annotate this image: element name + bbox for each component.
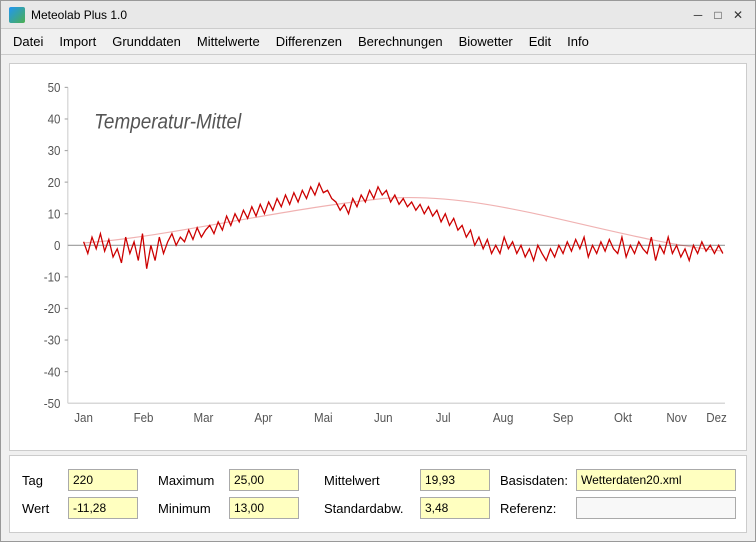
title-bar: Meteolab Plus 1.0 ─ □ ✕ (1, 1, 755, 29)
wert-label: Wert (22, 501, 62, 516)
maximum-row: Maximum (158, 469, 308, 491)
svg-text:Aug: Aug (493, 410, 514, 425)
svg-text:Okt: Okt (614, 410, 633, 425)
svg-text:Jan: Jan (74, 410, 93, 425)
svg-text:-10: -10 (44, 270, 61, 285)
bottom-panel: Tag Wert Maximum Minimum Mittelw (9, 455, 747, 533)
menu-edit[interactable]: Edit (521, 32, 559, 51)
svg-text:-20: -20 (44, 302, 61, 317)
close-button[interactable]: ✕ (729, 6, 747, 24)
tag-input[interactable] (68, 469, 138, 491)
svg-text:20: 20 (48, 175, 61, 190)
menu-berechnungen[interactable]: Berechnungen (350, 32, 451, 51)
menu-grunddaten[interactable]: Grunddaten (104, 32, 189, 51)
svg-text:Sep: Sep (553, 410, 574, 425)
svg-text:40: 40 (48, 112, 61, 127)
basisdaten-label: Basisdaten: (500, 473, 570, 488)
minimum-row: Minimum (158, 497, 308, 519)
menu-biowetter[interactable]: Biowetter (451, 32, 521, 51)
maximize-button[interactable]: □ (709, 6, 727, 24)
svg-text:0: 0 (54, 238, 61, 253)
svg-text:Apr: Apr (254, 410, 272, 425)
maximum-label: Maximum (158, 473, 223, 488)
menu-mittelwerte[interactable]: Mittelwerte (189, 32, 268, 51)
svg-text:Mar: Mar (194, 410, 214, 425)
tag-label: Tag (22, 473, 62, 488)
temperature-chart: 50 40 30 20 10 0 -10 -20 -30 (10, 64, 746, 450)
svg-text:-30: -30 (44, 333, 61, 348)
svg-text:-40: -40 (44, 365, 61, 380)
svg-text:Feb: Feb (134, 410, 154, 425)
referenz-row: Referenz: (500, 497, 736, 519)
minimize-button[interactable]: ─ (689, 6, 707, 24)
menu-differenzen[interactable]: Differenzen (268, 32, 350, 51)
mittelwert-label: Mittelwert (324, 473, 414, 488)
main-window: Meteolab Plus 1.0 ─ □ ✕ Datei Import Gru… (0, 0, 756, 542)
mittelwert-input[interactable] (420, 469, 490, 491)
maximum-input[interactable] (229, 469, 299, 491)
chart-area: 50 40 30 20 10 0 -10 -20 -30 (9, 63, 747, 451)
svg-text:Temperatur-Mittel: Temperatur-Mittel (94, 110, 242, 133)
minimum-label: Minimum (158, 501, 223, 516)
basisdaten-row: Basisdaten: (500, 469, 736, 491)
referenz-label: Referenz: (500, 501, 570, 516)
mittelwert-row: Mittelwert (324, 469, 484, 491)
basisdaten-group: Basisdaten: Referenz: (500, 469, 736, 519)
wert-row: Wert (22, 497, 142, 519)
standardabw-input[interactable] (420, 497, 490, 519)
app-icon (9, 7, 25, 23)
standardabw-label: Standardabw. (324, 501, 414, 516)
referenz-input[interactable] (576, 497, 736, 519)
menu-import[interactable]: Import (51, 32, 104, 51)
minimum-input[interactable] (229, 497, 299, 519)
svg-text:Mai: Mai (314, 410, 333, 425)
standardabw-row: Standardabw. (324, 497, 484, 519)
svg-text:Nov: Nov (666, 410, 687, 425)
menu-bar: Datei Import Grunddaten Mittelwerte Diff… (1, 29, 755, 55)
svg-text:10: 10 (48, 207, 61, 222)
svg-text:30: 30 (48, 144, 61, 159)
menu-datei[interactable]: Datei (5, 32, 51, 51)
max-min-group: Maximum Minimum (158, 469, 308, 519)
basisdaten-input[interactable] (576, 469, 736, 491)
tag-row: Tag (22, 469, 142, 491)
svg-text:Jun: Jun (374, 410, 393, 425)
tag-wert-group: Tag Wert (22, 469, 142, 519)
wert-input[interactable] (68, 497, 138, 519)
window-controls: ─ □ ✕ (689, 6, 747, 24)
window-title: Meteolab Plus 1.0 (31, 8, 127, 22)
menu-info[interactable]: Info (559, 32, 597, 51)
svg-text:50: 50 (48, 81, 61, 96)
svg-text:-50: -50 (44, 396, 61, 411)
mittelwert-group: Mittelwert Standardabw. (324, 469, 484, 519)
title-bar-left: Meteolab Plus 1.0 (9, 7, 127, 23)
svg-text:Dez: Dez (706, 410, 727, 425)
svg-text:Jul: Jul (436, 410, 451, 425)
